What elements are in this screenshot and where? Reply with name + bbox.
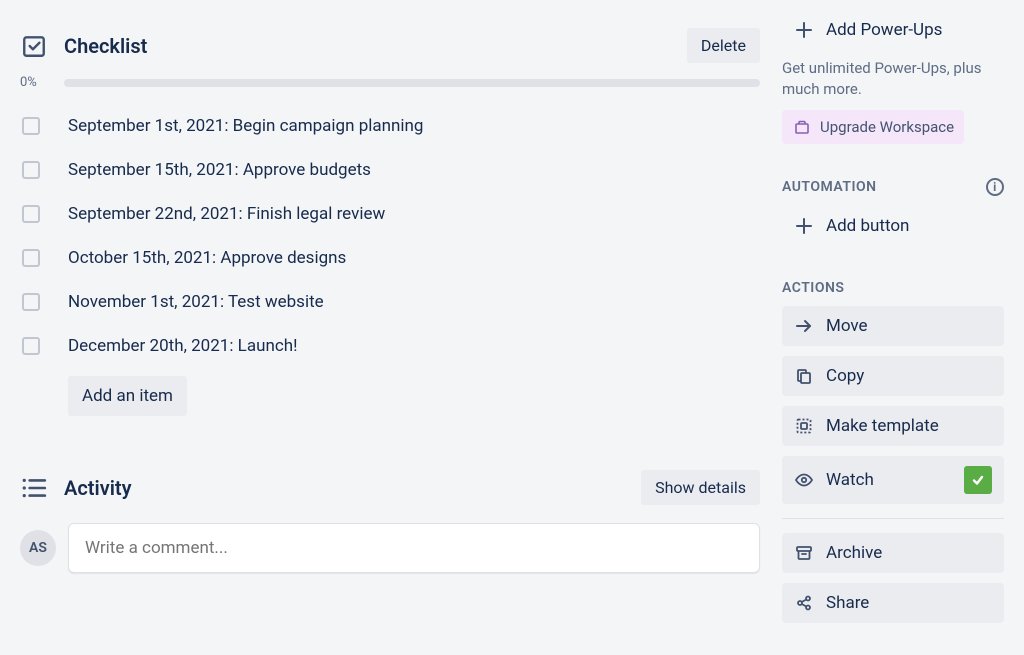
- add-powerups-label: Add Power-Ups: [826, 20, 942, 40]
- delete-button[interactable]: Delete: [687, 28, 760, 63]
- progress-row: 0%: [20, 75, 760, 90]
- share-button[interactable]: Share: [782, 583, 1004, 623]
- copy-label: Copy: [826, 366, 864, 386]
- powerups-note: Get unlimited Power-Ups, plus much more.: [782, 58, 1004, 100]
- archive-button[interactable]: Archive: [782, 533, 1004, 573]
- plus-icon: [794, 216, 814, 236]
- divider: [782, 518, 1004, 519]
- checklist-header: Checklist Delete: [20, 28, 760, 63]
- checklist-item[interactable]: October 15th, 2021: Approve designs: [20, 236, 760, 280]
- add-powerups-button[interactable]: Add Power-Ups: [782, 10, 1004, 50]
- checklist-item[interactable]: December 20th, 2021: Launch!: [20, 324, 760, 368]
- make-template-button[interactable]: Make template: [782, 406, 1004, 446]
- checklist-item[interactable]: September 1st, 2021: Begin campaign plan…: [20, 104, 760, 148]
- checklist-item-label: September 15th, 2021: Approve budgets: [68, 160, 371, 180]
- share-label: Share: [826, 593, 869, 613]
- activity-icon: [20, 474, 48, 502]
- checklist-icon: [20, 32, 48, 60]
- checkbox[interactable]: [22, 337, 40, 355]
- actions-header: ACTIONS: [782, 280, 1004, 296]
- template-label: Make template: [826, 416, 939, 436]
- checklist-item[interactable]: November 1st, 2021: Test website: [20, 280, 760, 324]
- checkbox[interactable]: [22, 205, 40, 223]
- copy-button[interactable]: Copy: [782, 356, 1004, 396]
- add-item-button[interactable]: Add an item: [68, 376, 187, 416]
- checklist-items: September 1st, 2021: Begin campaign plan…: [20, 104, 760, 368]
- checklist-item-label: November 1st, 2021: Test website: [68, 292, 324, 312]
- move-label: Move: [826, 316, 868, 336]
- checkbox[interactable]: [22, 293, 40, 311]
- watch-label: Watch: [826, 470, 874, 490]
- checklist-item[interactable]: September 22nd, 2021: Finish legal revie…: [20, 192, 760, 236]
- watch-check-badge: [964, 466, 992, 494]
- briefcase-icon: [792, 117, 812, 137]
- activity-title: Activity: [64, 476, 641, 500]
- checkbox[interactable]: [22, 117, 40, 135]
- plus-icon: [794, 20, 814, 40]
- add-button-label: Add button: [826, 216, 909, 236]
- checklist-item-label: October 15th, 2021: Approve designs: [68, 248, 346, 268]
- archive-icon: [794, 543, 814, 563]
- arrow-right-icon: [794, 316, 814, 336]
- copy-icon: [794, 366, 814, 386]
- upgrade-workspace-button[interactable]: Upgrade Workspace: [782, 110, 964, 144]
- info-icon[interactable]: i: [986, 178, 1004, 196]
- avatar[interactable]: AS: [20, 530, 56, 566]
- archive-label: Archive: [826, 543, 882, 563]
- move-button[interactable]: Move: [782, 306, 1004, 346]
- checkbox[interactable]: [22, 161, 40, 179]
- checklist-item[interactable]: September 15th, 2021: Approve budgets: [20, 148, 760, 192]
- comment-row: AS: [20, 523, 760, 573]
- template-icon: [794, 416, 814, 436]
- eye-icon: [794, 470, 814, 490]
- automation-header: AUTOMATION i: [782, 178, 1004, 196]
- checklist-title: Checklist: [64, 34, 687, 58]
- upgrade-label: Upgrade Workspace: [820, 118, 954, 136]
- checklist-item-label: September 22nd, 2021: Finish legal revie…: [68, 204, 385, 224]
- activity-header: Activity Show details: [20, 470, 760, 505]
- share-icon: [794, 593, 814, 613]
- comment-input[interactable]: [68, 523, 760, 573]
- checklist-item-label: September 1st, 2021: Begin campaign plan…: [68, 116, 423, 136]
- checklist-item-label: December 20th, 2021: Launch!: [68, 336, 297, 356]
- watch-button[interactable]: Watch: [782, 456, 1004, 504]
- checkbox[interactable]: [22, 249, 40, 267]
- progress-bar: [64, 79, 760, 87]
- show-details-button[interactable]: Show details: [641, 470, 760, 505]
- add-button-button[interactable]: Add button: [782, 206, 1004, 246]
- progress-percent: 0%: [20, 75, 60, 90]
